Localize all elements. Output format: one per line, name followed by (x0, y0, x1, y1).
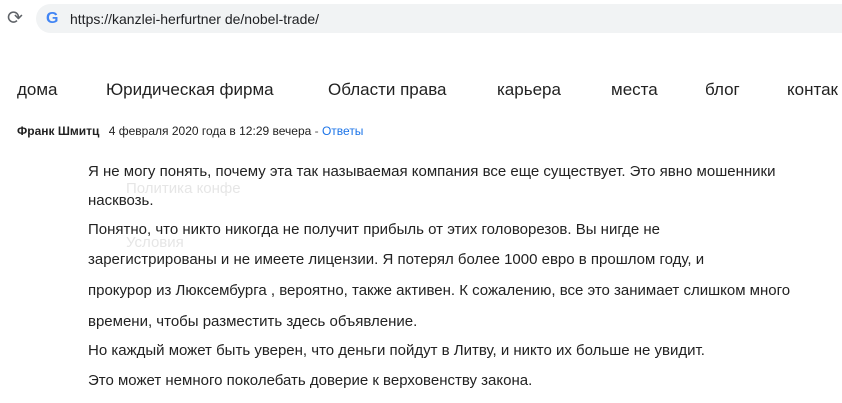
comment-line: прокурор из Люксембурга , вероятно, такж… (88, 282, 791, 299)
reload-icon[interactable]: ⟳ (4, 8, 26, 30)
reply-link[interactable]: Ответы (322, 124, 363, 138)
google-icon: G (46, 10, 59, 27)
comment-meta: Франк Шмитц 4 февраля 2020 года в 12:29 … (17, 123, 363, 139)
comment-line: Я не могу понять, почему эта так называе… (88, 163, 776, 180)
comment-line: зарегистрированы и не имеете лицензии. Я… (88, 251, 705, 268)
nav-item-locations[interactable]: места (611, 80, 658, 100)
comment-line: Это может немного поколебать доверие к в… (88, 372, 533, 389)
url-text[interactable]: https://kanzlei-herfurtner de/nobel-trad… (70, 11, 319, 27)
comment-line: Понятно, что никто никогда не получит пр… (88, 221, 661, 238)
nav-item-home[interactable]: дома (17, 80, 58, 100)
comment-author: Франк Шмитц (17, 124, 100, 138)
comment-line: времени, чтобы разместить здесь объявлен… (88, 313, 418, 330)
nav-item-practice-areas[interactable]: Области права (328, 80, 447, 100)
nav-item-blog[interactable]: блог (705, 80, 740, 100)
comment-line: насквозь. (88, 192, 154, 209)
nav-item-contact[interactable]: контак (787, 80, 838, 100)
browser-toolbar: ⟳ G https://kanzlei-herfurtner de/nobel-… (0, 0, 842, 38)
comment-date: 4 февраля 2020 года в 12:29 вечера (108, 124, 312, 138)
comment-line: Но каждый может быть уверен, что деньги … (88, 342, 705, 359)
nav-item-law-firm[interactable]: Юридическая фирма (106, 80, 274, 100)
nav-item-careers[interactable]: карьера (497, 80, 561, 100)
address-bar[interactable]: G https://kanzlei-herfurtner de/nobel-tr… (36, 4, 842, 33)
meta-separator: - (311, 124, 322, 138)
site-nav: дома Юридическая фирма Области права кар… (0, 76, 842, 106)
